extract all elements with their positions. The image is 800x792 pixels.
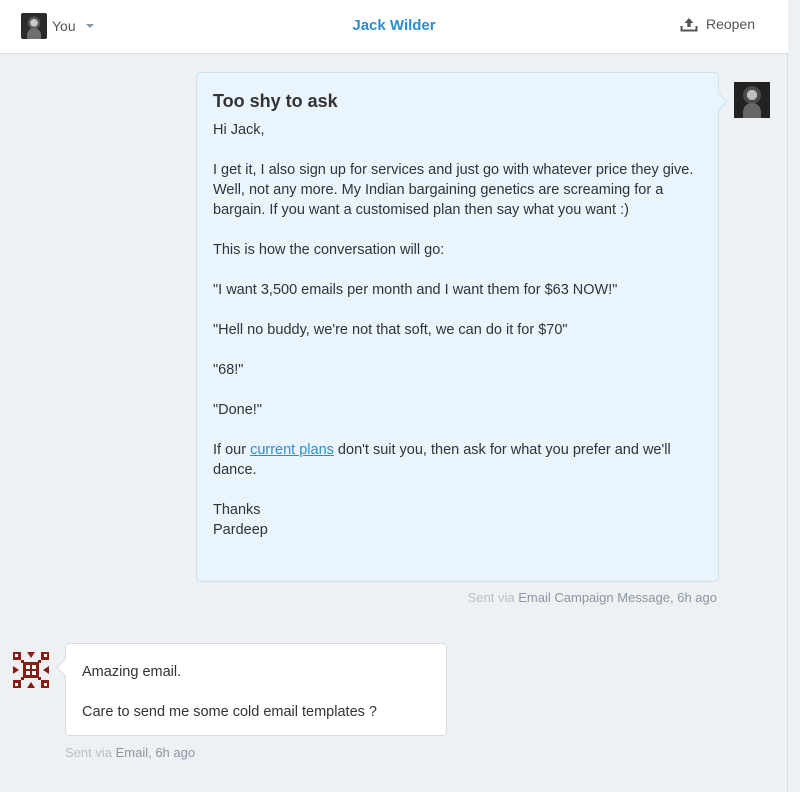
message-plans-paragraph: If our current plans don't suit you, the… — [213, 440, 702, 480]
reopen-icon — [680, 17, 698, 31]
message-signoff: Thanks — [213, 502, 261, 518]
plans-prefix: If our — [213, 442, 251, 458]
message-quote: "Done!" — [213, 402, 262, 418]
message-quote: "I want 3,500 emails per month and I wan… — [213, 282, 618, 298]
outgoing-message: Too shy to ask Hi Jack, I get it, I also… — [196, 72, 719, 582]
meta-prefix: Sent via — [467, 590, 519, 605]
conversation-panel: You Jack Wilder Reopen Too shy to ask Hi… — [0, 0, 788, 792]
meta-prefix: Sent via — [65, 745, 116, 760]
agent-avatar[interactable] — [734, 82, 770, 118]
message-signature: Pardeep — [213, 522, 268, 538]
message-quote: "Hell no buddy, we're not that soft, we … — [213, 322, 568, 338]
current-plans-link[interactable]: current plans — [250, 442, 334, 458]
conversation-title[interactable]: Jack Wilder — [0, 17, 788, 34]
reopen-label: Reopen — [705, 16, 755, 32]
incoming-message-meta: Sent via Email, 6h ago — [65, 745, 195, 760]
meta-detail: Email Campaign Message, 6h ago — [518, 590, 717, 605]
outgoing-message-meta: Sent via Email Campaign Message, 6h ago — [468, 590, 717, 605]
message-greeting: Hi Jack, — [213, 122, 265, 138]
message-paragraph: This is how the conversation will go: — [213, 242, 445, 258]
message-line: Amazing email. — [82, 664, 182, 680]
message-quote: "68!" — [213, 362, 244, 378]
message-subject: Too shy to ask — [213, 91, 338, 111]
conversation-header: You Jack Wilder Reopen — [0, 0, 788, 54]
message-paragraph: I get it, I also sign up for services an… — [213, 162, 694, 218]
user-identicon-avatar[interactable] — [13, 652, 49, 688]
reopen-button[interactable]: Reopen — [680, 16, 755, 32]
meta-detail: Email, 6h ago — [115, 745, 196, 760]
message-line: Care to send me some cold email template… — [82, 704, 377, 720]
incoming-message: Amazing email. Care to send me some cold… — [65, 643, 447, 736]
